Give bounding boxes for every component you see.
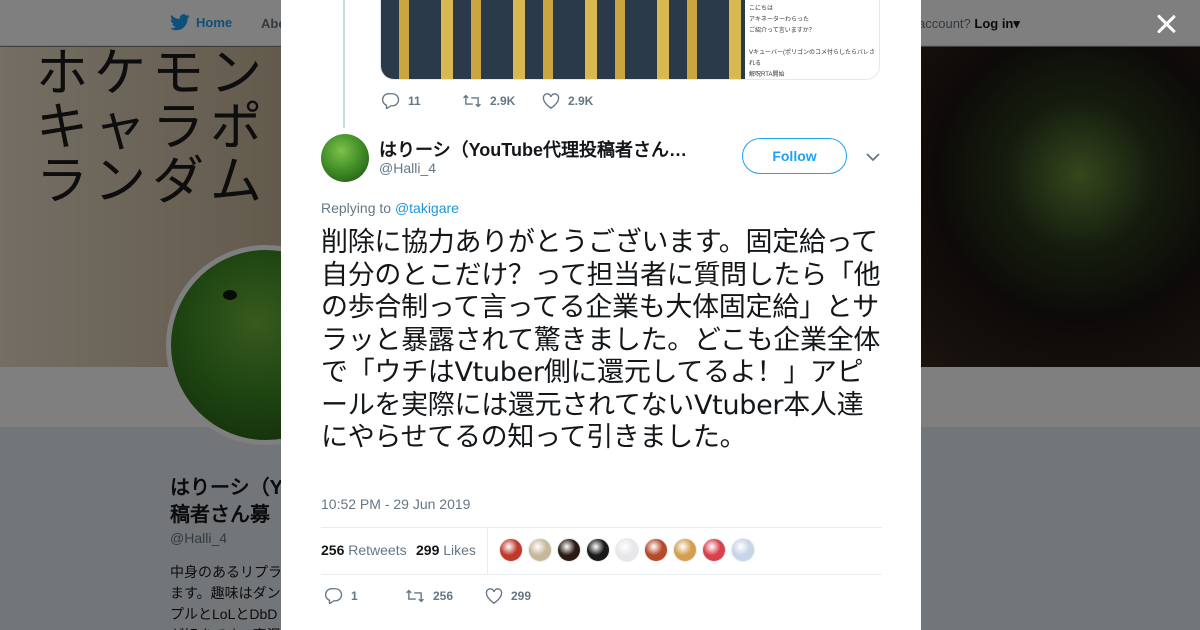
parent-retweet-count: 2.9K [490, 93, 516, 108]
parent-reply-count: 11 [408, 93, 421, 108]
likes-stat[interactable]: 299 Likes [416, 542, 476, 558]
retweets-stat-label: Retweets [348, 542, 407, 558]
liker-avatar[interactable] [499, 538, 523, 562]
likes-stat-label: Likes [443, 542, 476, 558]
liker-avatar[interactable] [586, 538, 610, 562]
like-count: 299 [511, 588, 532, 603]
liker-avatar[interactable] [557, 538, 581, 562]
liker-avatar[interactable] [528, 538, 552, 562]
parent-like-count: 2.9K [568, 93, 594, 108]
follow-button[interactable]: Follow [742, 138, 847, 174]
retweet-button[interactable]: 256 [405, 587, 485, 604]
heart-icon [542, 92, 560, 109]
author-name[interactable]: はりーシ（YouTube代理投稿者さん… [379, 136, 687, 162]
parent-retweet-button[interactable]: 2.9K [462, 92, 542, 109]
thread-connector-line [343, 0, 345, 128]
parent-like-button[interactable]: 2.9K [542, 92, 622, 109]
close-modal-button[interactable] [1154, 12, 1178, 36]
retweet-count: 256 [433, 588, 454, 603]
tweet-stats: 256 Retweets 299 Likes [321, 527, 882, 575]
liker-avatar[interactable] [673, 538, 697, 562]
retweet-icon [463, 94, 481, 107]
liker-avatar[interactable] [702, 538, 726, 562]
replying-to-context: Replying to @takigare [321, 200, 459, 216]
parent-tweet-media[interactable]: こんばんは 素人Vtuberになると聞いて興 こにちは アキネーターわらった ご… [380, 0, 880, 80]
retweet-icon [406, 589, 424, 602]
liker-avatar[interactable] [644, 538, 668, 562]
parent-media-caption: こんばんは 素人Vtuberになると聞いて興 こにちは アキネーターわらった ご… [745, 0, 879, 79]
heart-icon [485, 587, 503, 604]
author-avatar[interactable] [321, 134, 369, 182]
parent-tweet-actions: 11 2.9K 2.9K [382, 92, 622, 109]
tweet-actions: 1 256 299 [325, 587, 565, 604]
replying-to-mention[interactable]: @takigare [395, 200, 459, 216]
author-handle[interactable]: @Halli_4 [379, 160, 436, 176]
tweet-header: はりーシ（YouTube代理投稿者さん… @Halli_4 Follow [321, 134, 881, 184]
reply-icon [325, 588, 343, 604]
parent-reply-button[interactable]: 11 [382, 92, 462, 109]
like-button[interactable]: 299 [485, 587, 565, 604]
liker-avatar[interactable] [731, 538, 755, 562]
replying-to-label: Replying to [321, 200, 392, 216]
reply-count: 1 [351, 588, 358, 603]
tweet-text: 削除に協力ありがとうございます。固定給って自分のとこだけ？って担当者に質問したら… [321, 227, 881, 453]
liker-avatar[interactable] [615, 538, 639, 562]
tweet-modal: こんばんは 素人Vtuberになると聞いて興 こにちは アキネーターわらった ご… [281, 0, 921, 630]
retweets-stat[interactable]: 256 Retweets [321, 542, 407, 558]
reply-button[interactable]: 1 [325, 587, 405, 604]
tweet-timestamp[interactable]: 10:52 PM - 29 Jun 2019 [321, 496, 470, 512]
liker-avatars [499, 538, 755, 562]
parent-media-image [381, 0, 745, 79]
reply-icon [382, 93, 400, 109]
chevron-down-icon[interactable] [865, 151, 881, 163]
retweets-stat-count: 256 [321, 542, 345, 558]
likes-stat-count: 299 [416, 542, 440, 558]
stats-divider [487, 528, 488, 574]
